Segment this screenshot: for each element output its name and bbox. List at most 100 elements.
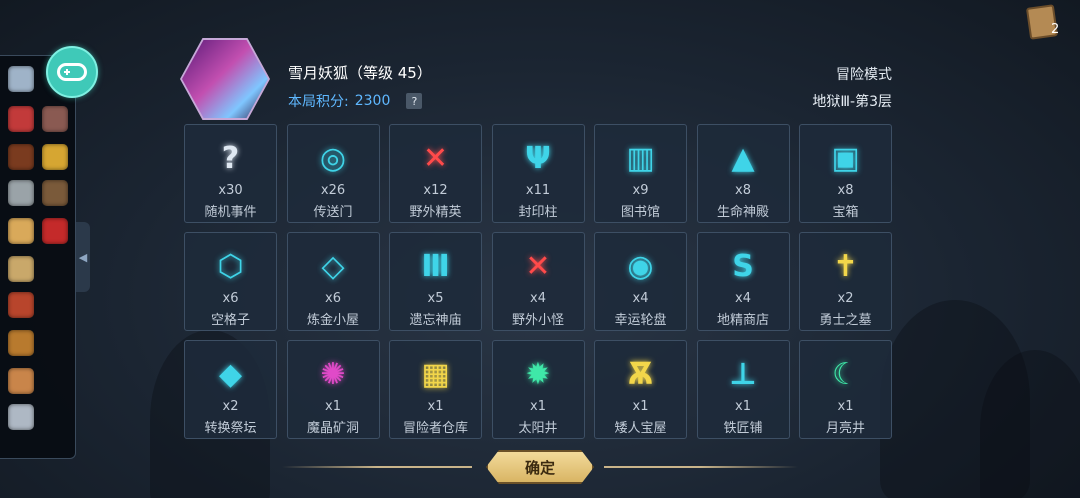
event-label: 勇士之墓 bbox=[819, 313, 872, 328]
event-cell[interactable]: ✕ x12 野外精英 bbox=[389, 124, 482, 223]
candy-icon[interactable] bbox=[8, 106, 34, 132]
open-book-icon: ▥ bbox=[626, 141, 655, 176]
event-count: x12 bbox=[423, 183, 448, 198]
seal-pillar-icon: Ψ bbox=[525, 141, 551, 176]
event-grid: ? x30 随机事件 ◎ x26 传送门 ✕ x12 野外精英 Ψx11 封印柱 ▥ x9 图书馆 ▲ x8 生… bbox=[184, 124, 892, 439]
ruined-temple-icon: Ⅲ bbox=[421, 249, 450, 284]
feather-quill-icon[interactable] bbox=[8, 66, 34, 92]
event-cell[interactable]: ☾ x1 月亮井 bbox=[799, 340, 892, 439]
event-cell[interactable]: Sx4 地精商店 bbox=[696, 232, 790, 331]
event-label: 空格子 bbox=[210, 313, 250, 328]
event-count: x8 bbox=[735, 183, 751, 198]
gamepad-icon bbox=[57, 63, 87, 81]
event-cell[interactable]: ✺ x1 魔晶矿洞 bbox=[286, 340, 380, 439]
help-icon[interactable]: ? bbox=[406, 93, 423, 109]
event-count: x4 bbox=[632, 291, 649, 306]
event-label: 遗忘神庙 bbox=[409, 313, 462, 328]
event-count: x1 bbox=[530, 399, 546, 414]
event-cell[interactable]: ⊥ x1 铁匠铺 bbox=[696, 340, 790, 439]
gnome-shop-icon: S bbox=[732, 249, 754, 284]
event-label: 太阳井 bbox=[518, 421, 558, 436]
temple-icon: ▲ bbox=[731, 141, 755, 176]
crossed-axes-icon: ✕ bbox=[422, 141, 449, 176]
horned-helmet-icon[interactable] bbox=[42, 180, 68, 206]
event-count: x4 bbox=[735, 291, 751, 306]
page-icon[interactable] bbox=[8, 404, 34, 430]
rock-icon[interactable] bbox=[42, 106, 68, 132]
event-label: 野外小怪 bbox=[511, 313, 564, 328]
event-count: x1 bbox=[735, 399, 751, 414]
event-label: 冒险者仓库 bbox=[402, 421, 468, 436]
map-scroll-icon[interactable] bbox=[8, 256, 34, 282]
event-cell[interactable]: Ψx11 封印柱 bbox=[491, 124, 585, 223]
divider-left bbox=[282, 466, 472, 468]
avatar[interactable] bbox=[182, 40, 268, 118]
steak-icon[interactable] bbox=[8, 292, 34, 318]
hero-name: 雪月妖狐（等级 45） bbox=[288, 64, 432, 82]
event-cell[interactable]: ? x30 随机事件 bbox=[184, 124, 277, 223]
event-label: 宝箱 bbox=[832, 205, 859, 220]
rolled-scroll-icon[interactable] bbox=[8, 368, 34, 394]
question-icon: ? bbox=[221, 141, 240, 176]
key-icon[interactable] bbox=[42, 144, 68, 170]
event-label: 传送门 bbox=[313, 205, 353, 220]
wheel-icon: ◉ bbox=[627, 249, 654, 284]
book-icon[interactable] bbox=[8, 144, 34, 170]
tombstone-icon: ✝ bbox=[832, 249, 859, 284]
event-cell[interactable]: ◉ x4 幸运轮盘 bbox=[594, 232, 687, 331]
crossed-swords-icon: ✕ bbox=[525, 249, 551, 284]
meat-icon[interactable] bbox=[42, 218, 68, 244]
anvil-icon: ⊥ bbox=[729, 357, 757, 392]
score-label: 本局积分: bbox=[288, 94, 349, 110]
event-cell[interactable]: ▲ x8 生命神殿 bbox=[696, 124, 790, 223]
dungeon-floor: 地狱Ⅲ-第3层 bbox=[812, 94, 892, 110]
event-label: 矮人宝屋 bbox=[614, 421, 667, 436]
event-cell[interactable]: Ⅲx5 遗忘神庙 bbox=[389, 232, 482, 331]
scroll-icon[interactable] bbox=[8, 218, 34, 244]
event-count: x11 bbox=[525, 183, 551, 198]
event-cell[interactable]: ◎ x26 传送门 bbox=[286, 124, 380, 223]
confirm-button[interactable]: 确定 bbox=[486, 450, 594, 484]
event-count: x2 bbox=[837, 291, 854, 306]
score-row: 本局积分: 2300 ? bbox=[288, 91, 423, 111]
event-cell[interactable]: ✕ x4 野外小怪 bbox=[491, 232, 585, 331]
event-cell[interactable]: ✹ x1 太阳井 bbox=[491, 340, 585, 439]
event-cell[interactable]: ▣ x8 宝箱 bbox=[799, 124, 892, 223]
event-count: x4 bbox=[530, 291, 546, 306]
event-label: 生命神殿 bbox=[716, 205, 769, 220]
event-label: 图书馆 bbox=[620, 205, 660, 220]
event-label: 月亮井 bbox=[825, 421, 865, 436]
dwarf-vault-icon: Ѫ bbox=[627, 357, 654, 392]
event-count: x30 bbox=[218, 183, 243, 198]
gamepad-button[interactable] bbox=[46, 46, 98, 98]
event-cell[interactable]: ◆ x2 转换祭坛 bbox=[184, 340, 277, 439]
sidebar-collapse-icon[interactable]: ◀ bbox=[76, 222, 90, 292]
stone-tablet-icon[interactable] bbox=[8, 180, 34, 206]
event-count: x6 bbox=[222, 291, 239, 306]
event-cell[interactable]: ⬡ x6 空格子 bbox=[184, 232, 277, 331]
event-count: x1 bbox=[325, 399, 341, 414]
event-count: x1 bbox=[427, 399, 444, 414]
event-cell[interactable]: ◇ x6 炼金小屋 bbox=[286, 232, 380, 331]
event-count: x1 bbox=[632, 399, 649, 414]
event-cell[interactable]: Ѫx1 矮人宝屋 bbox=[594, 340, 687, 439]
event-count: x8 bbox=[837, 183, 854, 198]
sun-well-icon: ✹ bbox=[525, 357, 551, 392]
event-cell[interactable]: ✝ x2 勇士之墓 bbox=[799, 232, 892, 331]
event-label: 幸运轮盘 bbox=[614, 313, 667, 328]
event-cell[interactable]: ▦ x1 冒险者仓库 bbox=[389, 340, 482, 439]
event-cell[interactable]: ▥ x9 图书馆 bbox=[594, 124, 687, 223]
moon-well-icon: ☾ bbox=[832, 357, 859, 392]
deck-count: 2 bbox=[1051, 22, 1060, 37]
event-count: x6 bbox=[325, 291, 341, 306]
money-bag-icon[interactable] bbox=[8, 330, 34, 356]
event-label: 地精商店 bbox=[716, 313, 769, 328]
event-count: x2 bbox=[222, 399, 239, 414]
event-label: 炼金小屋 bbox=[306, 313, 359, 328]
event-label: 魔晶矿洞 bbox=[306, 421, 359, 436]
alchemy-icon: ◇ bbox=[321, 249, 345, 284]
event-count: x9 bbox=[632, 183, 649, 198]
warehouse-icon: ▦ bbox=[421, 357, 450, 392]
event-label: 随机事件 bbox=[204, 205, 257, 220]
game-mode: 冒险模式 bbox=[836, 67, 892, 83]
